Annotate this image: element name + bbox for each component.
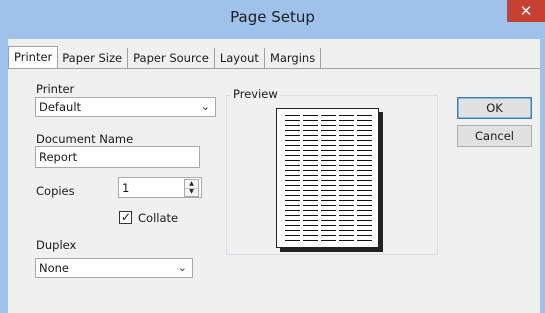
copies-value: 1 — [122, 181, 130, 195]
printer-select-value: Default — [39, 100, 82, 114]
title-bar[interactable]: Page Setup ✕ — [0, 0, 545, 34]
window-title: Page Setup — [230, 8, 315, 26]
tab-layout[interactable]: Layout — [214, 48, 265, 68]
document-name-value: Report — [39, 150, 78, 164]
tab-printer[interactable]: Printer — [8, 46, 59, 68]
tab-strip: Printer Paper Size Paper Source Layout M… — [8, 46, 322, 68]
preview-label: Preview — [231, 87, 280, 101]
page-setup-dialog: Page Setup ✕ Printer Paper Size Paper So… — [0, 0, 545, 313]
duplex-select-value: None — [39, 261, 70, 275]
collate-label: Collate — [138, 211, 179, 225]
ok-button[interactable]: OK — [457, 97, 532, 119]
close-button[interactable]: ✕ — [507, 0, 545, 22]
text-lines — [285, 115, 372, 243]
duplex-select[interactable]: None ⌄ — [35, 258, 193, 278]
chevron-down-icon: ⌄ — [177, 261, 187, 274]
copies-spin-buttons: ▲ ▼ — [184, 179, 199, 197]
cancel-button[interactable]: Cancel — [457, 125, 532, 147]
collate-checkbox[interactable]: ✓ — [119, 210, 132, 224]
document-name-field[interactable]: Report — [35, 146, 200, 168]
tab-margins[interactable]: Margins — [264, 48, 322, 68]
copies-label: Copies — [36, 184, 75, 198]
printer-label: Printer — [36, 82, 75, 96]
checkmark-icon: ✓ — [121, 210, 132, 224]
tab-paper-size[interactable]: Paper Size — [57, 48, 129, 68]
printer-select[interactable]: Default ⌄ — [35, 97, 216, 117]
document-name-label: Document Name — [36, 132, 134, 146]
chevron-down-icon: ⌄ — [200, 100, 210, 113]
spin-down-icon[interactable]: ▼ — [185, 188, 198, 196]
paper-preview — [276, 108, 379, 248]
tab-paper-source[interactable]: Paper Source — [128, 48, 215, 68]
tab-divider — [8, 68, 540, 69]
close-icon: ✕ — [519, 2, 533, 20]
dialog-body: Printer Paper Size Paper Source Layout M… — [8, 39, 540, 313]
duplex-label: Duplex — [36, 238, 77, 252]
